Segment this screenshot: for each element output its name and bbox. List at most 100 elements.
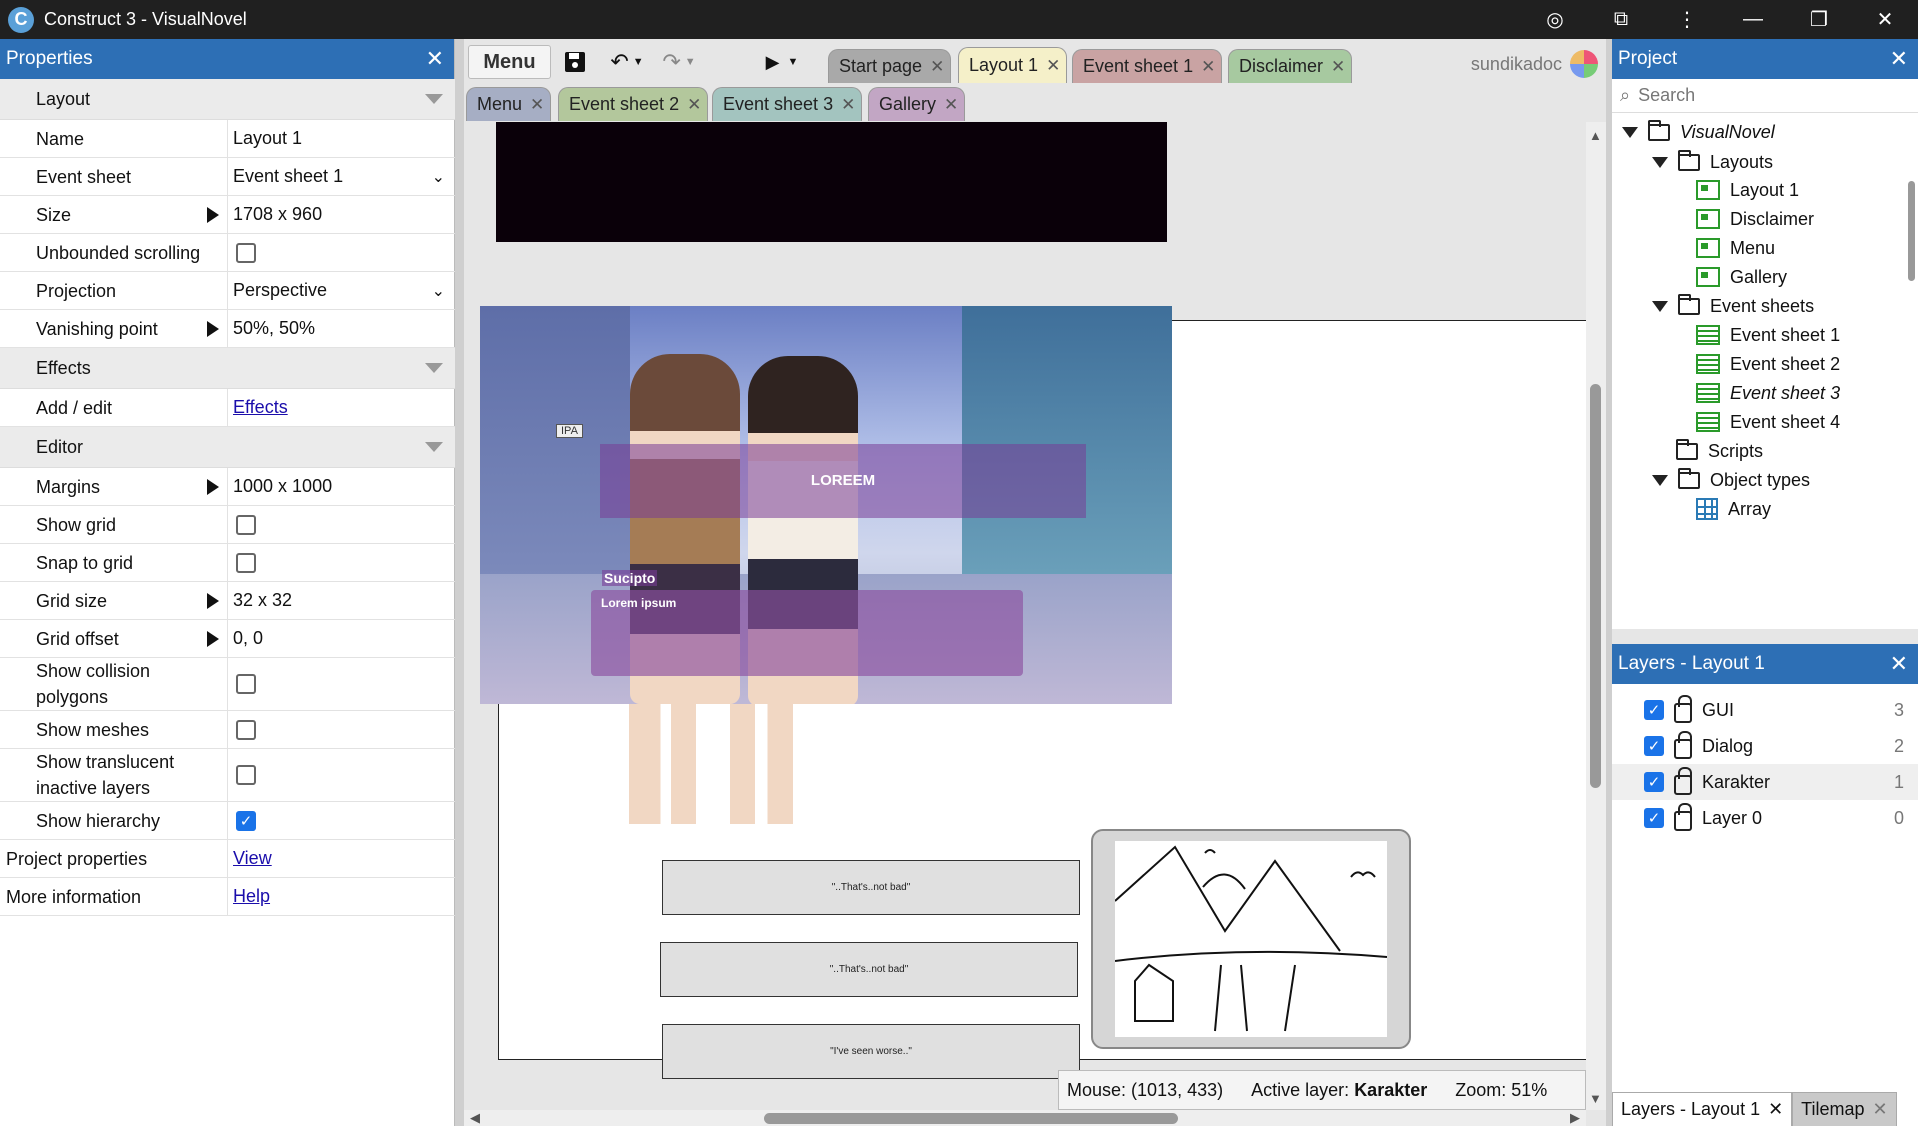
lock-icon[interactable]: [1674, 803, 1692, 831]
scroll-right-icon[interactable]: ▶: [1570, 1110, 1580, 1126]
meshes-checkbox[interactable]: [236, 719, 256, 740]
user-account[interactable]: sundikadoc: [1471, 50, 1598, 78]
layer-row[interactable]: ✓ GUI 3: [1612, 692, 1918, 728]
save-icon[interactable]: [558, 45, 592, 79]
close-properties-icon[interactable]: ✕: [426, 46, 444, 72]
menu-button[interactable]: Menu: [468, 45, 551, 79]
more-menu-icon[interactable]: ⋮: [1654, 0, 1720, 39]
lock-icon[interactable]: [1674, 731, 1692, 759]
expand-arrow-icon[interactable]: [207, 320, 219, 337]
lock-icon[interactable]: [1674, 695, 1692, 723]
expand-arrow-icon[interactable]: [207, 630, 219, 647]
minimize-button[interactable]: —: [1720, 0, 1786, 39]
tree-item-object-type[interactable]: Array: [1696, 492, 1771, 526]
choice-button-3[interactable]: "I've seen worse..": [662, 1024, 1080, 1079]
panel-splitter-left[interactable]: [455, 39, 464, 1126]
expand-arrow-icon[interactable]: [207, 478, 219, 495]
scroll-thumb[interactable]: [1590, 384, 1601, 788]
tab-menu[interactable]: Menu ✕: [466, 87, 552, 121]
close-tab-icon[interactable]: ✕: [530, 95, 544, 115]
tree-root[interactable]: VisualNovel: [1622, 115, 1775, 149]
close-tab-icon[interactable]: ✕: [687, 95, 701, 115]
close-window-button[interactable]: ✕: [1852, 0, 1918, 39]
hierarchy-checkbox[interactable]: ✓: [236, 810, 256, 831]
scroll-down-icon[interactable]: ▼: [1589, 1091, 1602, 1106]
project-search[interactable]: ⌕ Search: [1612, 79, 1918, 113]
vanishing-field[interactable]: 50%, 50%: [228, 310, 455, 347]
layer-visible-checkbox[interactable]: ✓: [1644, 772, 1664, 792]
choice-button-1[interactable]: "..That's..not bad": [662, 860, 1080, 915]
section-layout[interactable]: Layout: [0, 79, 455, 120]
layer-row[interactable]: ✓ Layer 00: [1612, 800, 1918, 836]
show-grid-checkbox[interactable]: [236, 514, 256, 535]
projection-select[interactable]: Perspective ⌄: [228, 272, 455, 309]
lock-icon[interactable]: [1674, 767, 1692, 795]
event-sheet-select[interactable]: Event sheet 1 ⌄: [228, 158, 455, 195]
effects-link[interactable]: Effects: [233, 397, 288, 418]
view-link[interactable]: View: [233, 848, 272, 869]
close-tab-icon[interactable]: ✕: [1873, 1099, 1888, 1120]
close-tab-icon[interactable]: ✕: [930, 57, 944, 77]
restore-button[interactable]: ❐: [1786, 0, 1852, 39]
section-editor[interactable]: Editor: [0, 427, 455, 468]
collision-checkbox[interactable]: [236, 674, 256, 694]
close-project-icon[interactable]: ✕: [1890, 46, 1908, 72]
canvas-horizontal-scrollbar[interactable]: ◀ ▶: [464, 1110, 1586, 1126]
tab-event-sheet-3[interactable]: Event sheet 3 ✕: [712, 87, 863, 121]
scroll-up-icon[interactable]: ▲: [1589, 128, 1602, 143]
speaker-name[interactable]: Sucipto: [602, 570, 658, 586]
tab-start-page[interactable]: Start page ✕: [828, 49, 952, 83]
close-tab-icon[interactable]: ✕: [1768, 1099, 1783, 1120]
canvas-vertical-scrollbar[interactable]: ▲ ▼: [1586, 122, 1606, 1110]
dialog-title-box[interactable]: LOREEM: [600, 444, 1086, 518]
search-input[interactable]: Search: [1638, 85, 1695, 106]
expand-arrow-icon[interactable]: [207, 592, 219, 609]
close-tab-icon[interactable]: ✕: [1201, 57, 1215, 77]
tab-event-sheet-2[interactable]: Event sheet 2 ✕: [558, 87, 709, 121]
layer-visible-checkbox[interactable]: ✓: [1644, 736, 1664, 756]
scroll-thumb[interactable]: [764, 1113, 1178, 1124]
project-scrollbar[interactable]: [1906, 159, 1916, 659]
name-field[interactable]: Layout 1: [228, 120, 455, 157]
layout-canvas[interactable]: IPA LOREEM Sucipto Lorem ipsum "..That's…: [464, 122, 1586, 1110]
redo-icon[interactable]: ↷ ▼: [656, 45, 702, 79]
tab-tilemap[interactable]: Tilemap ✕: [1792, 1092, 1897, 1126]
tab-event-sheet-1[interactable]: Event sheet 1 ✕: [1072, 49, 1223, 83]
choice-button-2[interactable]: "..That's..not bad": [660, 942, 1078, 997]
undo-icon[interactable]: ↶ ▼: [604, 45, 650, 79]
addons-icon[interactable]: ⧉: [1588, 0, 1654, 39]
scroll-left-icon[interactable]: ◀: [470, 1110, 480, 1126]
grid-offset-field[interactable]: 0, 0: [228, 620, 455, 657]
black-sprite[interactable]: [496, 122, 1167, 242]
close-layers-icon[interactable]: ✕: [1890, 651, 1908, 677]
snap-grid-checkbox[interactable]: [236, 552, 256, 573]
translucent-checkbox[interactable]: [236, 765, 256, 785]
close-tab-icon[interactable]: ✕: [1046, 56, 1060, 76]
help-link[interactable]: Help: [233, 886, 270, 907]
tab-layout-1[interactable]: Layout 1 ✕: [958, 47, 1068, 83]
expand-arrow-icon[interactable]: [207, 206, 219, 223]
layer-row[interactable]: ✓ Dialog 2: [1612, 728, 1918, 764]
size-field[interactable]: 1708 x 960: [228, 196, 455, 233]
layer-visible-checkbox[interactable]: ✓: [1644, 700, 1664, 720]
tab-disclaimer[interactable]: Disclaimer ✕: [1228, 49, 1353, 83]
prop-vanishing-point: Vanishing point 50%, 50%: [0, 310, 455, 348]
margins-field[interactable]: 1000 x 1000: [228, 468, 455, 505]
close-tab-icon[interactable]: ✕: [944, 95, 958, 115]
close-tab-icon[interactable]: ✕: [841, 95, 855, 115]
gallery-tablet-sprite[interactable]: [1091, 829, 1411, 1049]
visibility-off-icon[interactable]: ◎: [1522, 0, 1588, 39]
grid-size-field[interactable]: 32 x 32: [228, 582, 455, 619]
background-scene[interactable]: IPA LOREEM Sucipto Lorem ipsum: [480, 306, 1172, 704]
scroll-thumb[interactable]: [1908, 181, 1915, 281]
preview-play-icon[interactable]: ▶ ▼: [760, 45, 804, 79]
character-legs: [608, 704, 818, 824]
layer-visible-checkbox[interactable]: ✓: [1644, 808, 1664, 828]
layer-row-selected[interactable]: ✓ Karakter 1: [1612, 764, 1918, 800]
unbounded-checkbox[interactable]: [236, 242, 256, 263]
dialog-text-box[interactable]: Lorem ipsum: [591, 590, 1023, 676]
tab-layers[interactable]: Layers - Layout 1 ✕: [1612, 1092, 1793, 1126]
section-effects[interactable]: Effects: [0, 348, 455, 389]
tab-gallery[interactable]: Gallery ✕: [868, 87, 966, 121]
close-tab-icon[interactable]: ✕: [1331, 57, 1345, 77]
